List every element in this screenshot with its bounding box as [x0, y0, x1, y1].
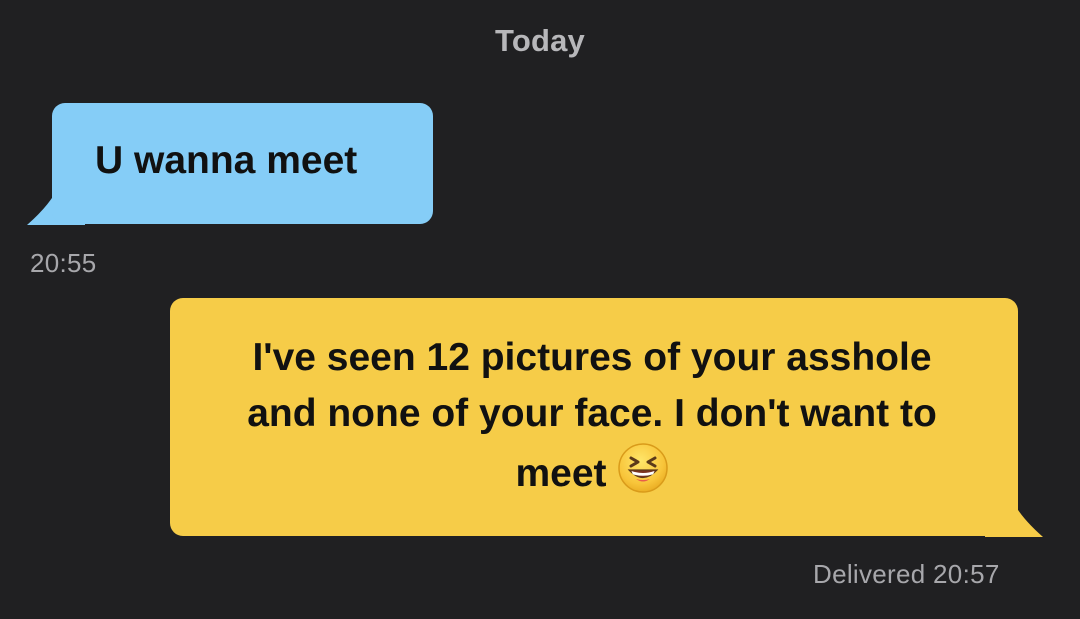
grinning-squinting-face-emoji — [617, 442, 669, 494]
outgoing-message-text: I've seen 12 pictures of your asshole an… — [247, 336, 948, 495]
outgoing-message-bubble[interactable]: I've seen 12 pictures of your asshole an… — [170, 298, 1018, 536]
day-separator: Today — [495, 23, 585, 58]
outgoing-message-status-time: Delivered 20:57 — [813, 559, 1000, 589]
incoming-message-text: U wanna meet — [95, 139, 358, 182]
incoming-message-bubble[interactable]: U wanna meet — [52, 103, 433, 224]
incoming-message-time: 20:55 — [30, 248, 97, 278]
chat-thread: Today U wanna meet 20:55 I've seen 12 pi… — [0, 0, 1080, 619]
